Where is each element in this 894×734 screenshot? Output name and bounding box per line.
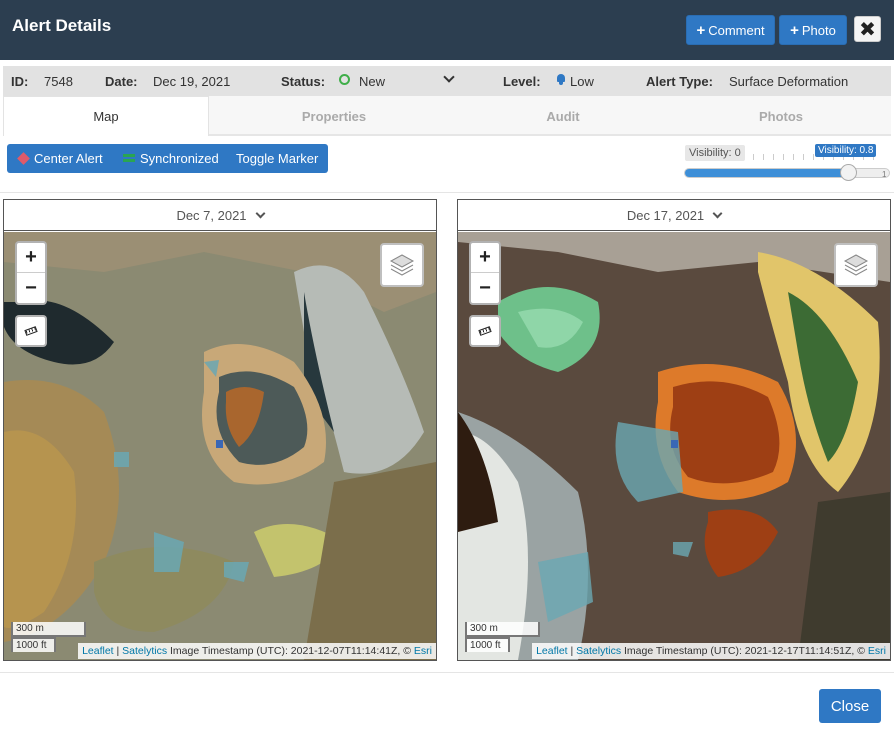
tab-photos[interactable]: Photos xyxy=(681,96,881,136)
map-attribution: Leaflet | Satelytics Image Timestamp (UT… xyxy=(532,643,890,659)
scale-feet: 1000 ft xyxy=(11,637,56,652)
tab-properties[interactable]: Properties xyxy=(229,96,439,136)
zoom-control: + − xyxy=(469,241,501,305)
tab-map[interactable]: Map xyxy=(3,96,209,136)
date-label: Date: xyxy=(105,74,138,89)
map-panel-right: Dec 17, 2021 + − 300 m 1000 ft Leaflet |… xyxy=(457,199,891,661)
footer-divider xyxy=(0,672,894,673)
satelytics-link[interactable]: Satelytics xyxy=(122,645,167,657)
layers-icon xyxy=(843,254,869,276)
level-value: Low xyxy=(570,74,594,89)
sync-icon xyxy=(123,153,135,163)
scale-feet: 1000 ft xyxy=(465,637,510,652)
chevron-down-icon xyxy=(255,208,265,218)
satellite-map[interactable]: + − 300 m 1000 ft Leaflet | Satelytics I… xyxy=(458,232,890,660)
modal-title: Alert Details xyxy=(12,16,112,35)
level-label: Level: xyxy=(503,74,541,89)
visibility-value-label: Visibility: 0.8 xyxy=(815,144,877,157)
measure-button[interactable] xyxy=(15,315,47,347)
toggle-marker-button[interactable]: Toggle Marker xyxy=(236,151,318,166)
zoom-out-button[interactable]: − xyxy=(17,273,45,303)
id-value: 7548 xyxy=(44,74,73,89)
photo-label: Photo xyxy=(801,22,836,38)
alert-type-label: Alert Type: xyxy=(646,74,713,89)
date-select-value: Dec 7, 2021 xyxy=(176,207,247,223)
layers-button[interactable] xyxy=(834,243,878,287)
leaflet-link[interactable]: Leaflet xyxy=(536,645,568,657)
ruler-icon xyxy=(24,326,38,336)
plus-icon: + xyxy=(790,21,799,39)
alert-marker-icon xyxy=(17,152,30,165)
layers-icon xyxy=(389,254,415,276)
modal-header: Alert Details + Comment + Photo ✖ xyxy=(0,0,894,60)
attrib-separator: | xyxy=(113,645,123,657)
status-label: Status: xyxy=(281,74,326,89)
satellite-imagery xyxy=(4,232,436,660)
scale-meters: 300 m xyxy=(465,622,540,637)
attrib-separator: | xyxy=(567,645,577,657)
attrib-timestamp: Image Timestamp (UTC): 2021-12-17T11:14:… xyxy=(621,645,868,657)
zoom-control: + − xyxy=(15,241,47,305)
visibility-max-label: 1 xyxy=(882,170,887,179)
tab-bar: Map Properties Audit Photos xyxy=(3,96,891,136)
add-comment-button[interactable]: + Comment xyxy=(686,15,775,45)
date-select-value: Dec 17, 2021 xyxy=(626,207,705,223)
tab-audit[interactable]: Audit xyxy=(459,96,667,136)
visibility-min-label: Visibility: 0 xyxy=(685,145,745,161)
alert-type-value: Surface Deformation xyxy=(729,74,849,89)
chevron-down-icon xyxy=(712,208,723,218)
id-label: ID: xyxy=(11,74,29,89)
synchronized-toggle[interactable]: Synchronized xyxy=(140,151,219,166)
visibility-slider[interactable]: Visibility: 0 Visibility: 0.8 1 xyxy=(683,143,893,183)
zoom-out-button[interactable]: − xyxy=(471,273,499,303)
ruler-icon xyxy=(478,326,492,336)
close-icon[interactable]: ✖ xyxy=(854,16,881,42)
status-select[interactable]: New xyxy=(359,74,385,89)
leaflet-link[interactable]: Leaflet xyxy=(82,645,114,657)
satelytics-link[interactable]: Satelytics xyxy=(576,645,621,657)
slider-handle[interactable] xyxy=(840,164,858,181)
plus-icon: + xyxy=(696,21,706,39)
chevron-down-icon[interactable] xyxy=(443,71,455,83)
alert-info-bar: ID: 7548 Date: Dec 19, 2021 Status: New … xyxy=(3,66,891,96)
slider-fill xyxy=(685,169,849,177)
map-scale: 300 m 1000 ft xyxy=(11,622,86,652)
zoom-in-button[interactable]: + xyxy=(471,243,499,273)
slider-track[interactable] xyxy=(684,164,890,181)
measure-button[interactable] xyxy=(469,315,501,347)
date-select[interactable]: Dec 17, 2021 xyxy=(458,200,890,231)
zoom-in-button[interactable]: + xyxy=(17,243,45,273)
map-scale: 300 m 1000 ft xyxy=(465,622,540,652)
satellite-imagery xyxy=(458,232,890,660)
add-photo-button[interactable]: + Photo xyxy=(779,15,847,45)
bell-icon xyxy=(556,73,566,85)
comment-label: Comment xyxy=(708,22,765,38)
esri-link[interactable]: Esri xyxy=(868,645,886,657)
center-alert-button[interactable]: Center Alert xyxy=(34,151,103,166)
attrib-timestamp: Image Timestamp (UTC): 2021-12-07T11:14:… xyxy=(167,645,414,657)
scale-meters: 300 m xyxy=(11,622,86,637)
map-panel-left: Dec 7, 2021 + − 300 m 1000 ft Leaflet | … xyxy=(3,199,437,661)
satellite-map[interactable]: + − 300 m 1000 ft Leaflet | Satelytics I… xyxy=(4,232,436,660)
layers-button[interactable] xyxy=(380,243,424,287)
map-toolbar: Center Alert Synchronized Toggle Marker xyxy=(7,144,328,173)
map-attribution: Leaflet | Satelytics Image Timestamp (UT… xyxy=(78,643,436,659)
status-circle-icon xyxy=(339,74,350,85)
esri-link[interactable]: Esri xyxy=(414,645,432,657)
date-value: Dec 19, 2021 xyxy=(153,74,231,89)
close-button[interactable]: Close xyxy=(819,689,881,723)
divider xyxy=(0,192,894,193)
date-select[interactable]: Dec 7, 2021 xyxy=(4,200,436,231)
